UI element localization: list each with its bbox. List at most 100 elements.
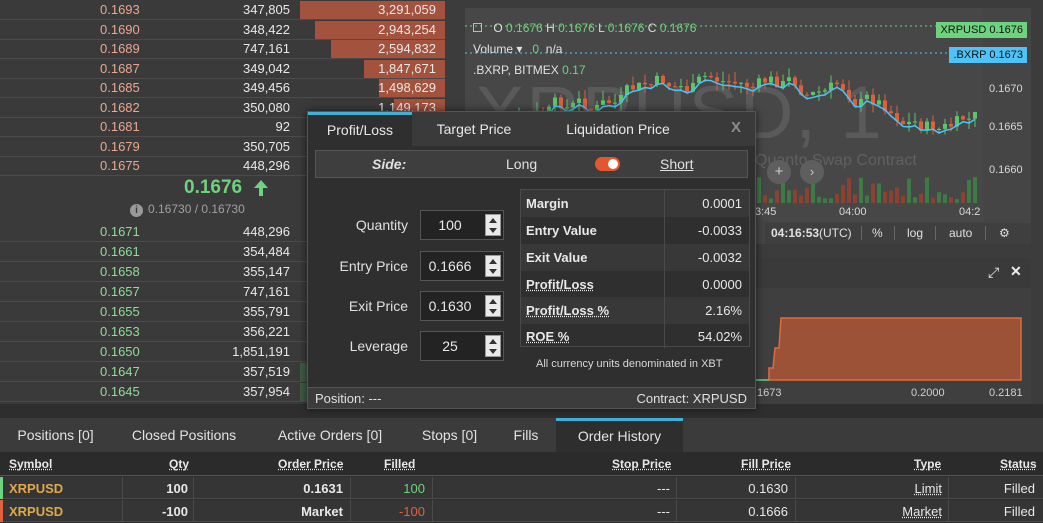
index-price-tag: .BXRP 0.1673: [949, 47, 1027, 63]
col-symbol[interactable]: Symbol: [9, 457, 52, 471]
collapse-icon[interactable]: [473, 23, 482, 32]
candle-body: [697, 76, 701, 83]
volume-bar: [901, 195, 905, 203]
timezone-label[interactable]: (UTC): [819, 226, 852, 240]
volume-legend[interactable]: Volume ▾ 0 n/a: [473, 42, 562, 56]
entry-price-stepper[interactable]: [485, 255, 501, 277]
tab-stops[interactable]: Stops [0]: [403, 418, 496, 452]
cell-fill-price: 0.1666: [748, 504, 788, 519]
y-tick: 0.1670: [989, 83, 1023, 95]
result-row: ROE % 54.02%: [526, 329, 742, 344]
chart-toolbar: 04:16:53 (UTC) % log auto ⚙: [765, 223, 1031, 244]
tab-order-history[interactable]: Order History: [556, 418, 683, 452]
side-long-option[interactable]: Long: [506, 156, 537, 172]
volume-bar: [907, 178, 911, 203]
zoom-in-button[interactable]: +: [767, 160, 791, 184]
candle-body: [901, 120, 905, 124]
ask-size: 92: [275, 119, 290, 134]
candle-body: [745, 82, 749, 87]
info-icon[interactable]: i: [130, 204, 143, 217]
col-stop-price[interactable]: Stop Price: [612, 457, 671, 471]
chevron-down-icon[interactable]: ▾: [516, 42, 522, 56]
log-scale-button[interactable]: log: [907, 226, 923, 240]
side-toggle[interactable]: [595, 157, 620, 171]
volume-bar: [865, 195, 869, 203]
volume-bar: [775, 190, 779, 203]
candle-body: [811, 91, 815, 95]
tab-closed-positions[interactable]: Closed Positions: [111, 418, 257, 452]
volume-bar: [811, 182, 815, 203]
bid-price: 0.1657: [100, 284, 140, 299]
leverage-stepper[interactable]: [485, 335, 501, 357]
cell-qty: -100: [161, 504, 188, 519]
col-type[interactable]: Type: [914, 457, 941, 471]
bid-size: 356,221: [243, 324, 290, 339]
volume-bar: [961, 192, 965, 203]
volume-bar: [913, 197, 917, 203]
entry-price-label: Entry Price: [339, 258, 408, 274]
tab-fills[interactable]: Fills: [496, 418, 556, 452]
volume-bar: [889, 190, 893, 203]
tab-active-orders[interactable]: Active Orders [0]: [257, 418, 403, 452]
bid-price: 0.1653: [100, 324, 140, 339]
result-row: Margin 0.0001: [521, 190, 749, 217]
close-icon[interactable]: ✕: [1010, 263, 1022, 280]
ohlc-legend: O 0.1676 H 0.1676 L 0.1676 C 0.1676: [473, 21, 696, 35]
candle-body: [601, 100, 605, 105]
volume-bar: [877, 183, 881, 203]
ohlc-c: 0.1676: [659, 21, 697, 35]
col-filled[interactable]: Filled: [384, 457, 415, 471]
ask-row[interactable]: 0.1690 348,422 2,943,254: [0, 20, 445, 40]
ask-total: 3,291,059: [378, 2, 436, 17]
volume-bar: [835, 193, 839, 203]
volume-bar: [931, 197, 935, 203]
ask-row[interactable]: 0.1685 349,456 1,498,629: [0, 78, 445, 98]
quantity-label: Quantity: [355, 217, 408, 233]
close-icon[interactable]: X: [731, 119, 741, 136]
cell-stop-price: ---: [657, 481, 670, 496]
col-status[interactable]: Status: [1000, 457, 1037, 471]
col-order-price[interactable]: Order Price: [278, 457, 343, 471]
order-row[interactable]: XRPUSD -100 Market -100 --- 0.1666 Market Fille…: [0, 500, 1043, 522]
chart-clock: 04:16:53: [771, 226, 820, 240]
results-table: Margin 0.0001 Entry Value -0.0033 Exit Val…: [520, 189, 750, 348]
order-row[interactable]: XRPUSD 100 0.1631 100 --- 0.1630 Limit Filled: [0, 477, 1043, 499]
candle-body: [571, 102, 575, 108]
quantity-stepper[interactable]: [485, 214, 501, 236]
percent-scale-button[interactable]: %: [872, 226, 883, 240]
tab-liquidation-price[interactable]: Liquidation Price: [536, 112, 700, 146]
side-short-option[interactable]: Short: [660, 156, 693, 172]
col-fill-price[interactable]: Fill Price: [741, 457, 791, 471]
ask-row[interactable]: 0.1689 747,161 2,594,832: [0, 39, 445, 59]
candle-body: [913, 121, 917, 123]
scroll-right-button[interactable]: ›: [800, 160, 824, 184]
exit-price-stepper[interactable]: [485, 295, 501, 317]
tab-profit-loss[interactable]: Profit/Loss: [308, 112, 412, 146]
candle-body: [607, 100, 611, 103]
volume-bar: [829, 198, 833, 203]
contract-label: Contract: XRPUSD: [636, 391, 747, 406]
tab-target-price[interactable]: Target Price: [416, 112, 532, 146]
index-label: .BXRP, BITMEX: [473, 63, 559, 77]
auto-scale-button[interactable]: auto: [949, 226, 972, 240]
x-tick: 04:2: [959, 206, 981, 218]
ask-size: 349,042: [243, 60, 290, 76]
ask-row[interactable]: 0.1687 349,042 1,847,671: [0, 59, 445, 79]
bid-size: 355,791: [243, 304, 290, 319]
gear-icon[interactable]: ⚙: [999, 226, 1010, 240]
ask-row[interactable]: 0.1693 347,805 3,291,059: [0, 0, 445, 20]
result-row: Exit Value -0.0032: [521, 244, 749, 271]
volume-bar: [793, 189, 797, 203]
col-qty[interactable]: Qty: [169, 457, 189, 471]
candle-body: [943, 123, 947, 129]
tab-positions[interactable]: Positions [0]: [0, 418, 111, 452]
ask-price: 0.1693: [100, 2, 140, 17]
candle-body: [817, 91, 821, 93]
bottom-panel: Positions [0] Closed Positions Active Or…: [0, 404, 1043, 523]
bid-price: 0.1650: [100, 344, 140, 359]
candle-body: [739, 82, 743, 84]
expand-icon[interactable]: ⤢: [988, 264, 999, 281]
calculator-tab-bar: Profit/Loss Target Price Liquidation Pri…: [308, 112, 755, 146]
ask-price: 0.1689: [100, 41, 140, 56]
volume-bar: [787, 190, 791, 203]
